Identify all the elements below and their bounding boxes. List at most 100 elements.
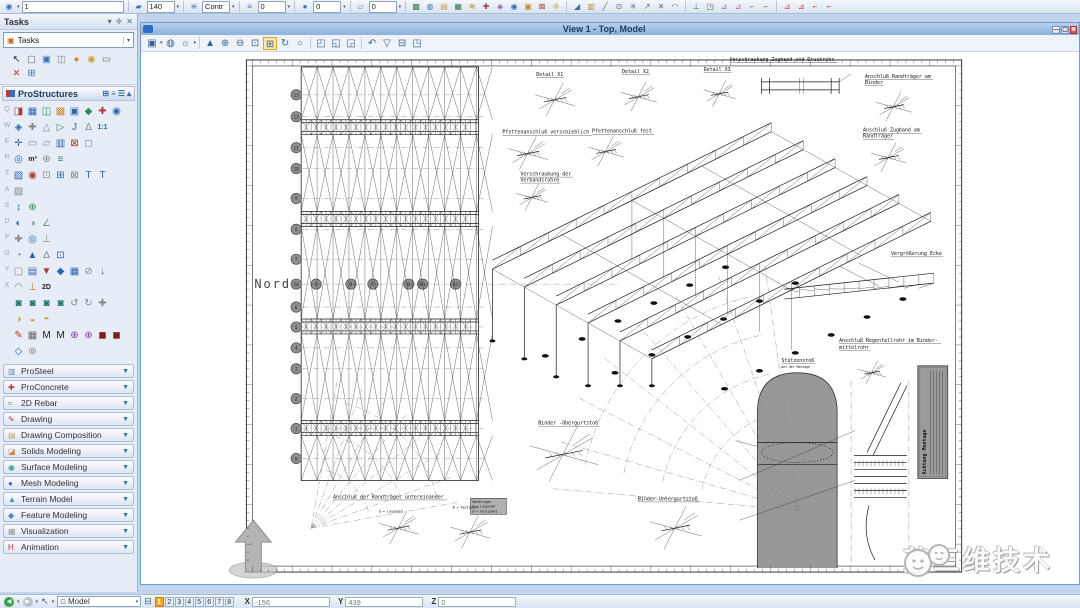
tool-icon[interactable]: ↺	[68, 297, 81, 310]
tool-icon[interactable]: ◇	[12, 345, 25, 358]
coord-field-x[interactable]: -156	[252, 597, 330, 607]
tool-icon[interactable]: ◆	[82, 105, 95, 118]
tool-icon[interactable]: ▢	[25, 53, 38, 66]
tool-icon[interactable]: ▢	[12, 265, 25, 278]
chevron-down-icon[interactable]: ▾	[17, 4, 20, 10]
tool-icon[interactable]: ▧	[12, 169, 25, 182]
toolbar-icon[interactable]: ⌐	[746, 1, 758, 13]
tool-icon[interactable]: ∠	[40, 217, 53, 230]
tool-icon[interactable]: ▤	[26, 265, 39, 278]
view-tool-icon[interactable]: ⊡	[248, 37, 262, 50]
tool-icon[interactable]: ∆	[40, 249, 53, 262]
forward-icon[interactable]: ▶	[23, 597, 33, 607]
toolbar-icon[interactable]: ▥	[585, 1, 597, 13]
tool-icon[interactable]: ◒	[26, 313, 39, 326]
view-titlebar[interactable]: View 1 - Top, Model —▢✕	[141, 23, 1079, 35]
layout-list-icon[interactable]: ≡	[111, 89, 116, 98]
toolbar-icon[interactable]: ▩	[410, 1, 422, 13]
tool-icon[interactable]: ⊕	[82, 329, 95, 342]
section-prosteel[interactable]: ▥ProSteel▼	[3, 364, 134, 378]
tool-icon[interactable]: M	[40, 329, 53, 342]
tool-icon[interactable]: △	[40, 121, 53, 134]
tool-icon[interactable]: ✛	[12, 137, 25, 150]
section-mesh-modeling[interactable]: ●Mesh Modeling▼	[3, 476, 134, 490]
tool-icon[interactable]: ◨	[12, 105, 25, 118]
view-tool-icon[interactable]: ⊞	[263, 37, 277, 50]
attribute-icon[interactable]: ▰	[133, 1, 145, 13]
tool-icon[interactable]: ▷	[54, 121, 67, 134]
chevron-down-icon[interactable]: ▾	[160, 40, 163, 46]
view-tool-icon[interactable]: ⊟	[395, 37, 409, 50]
toolbar-icon[interactable]: ⊿	[781, 1, 793, 13]
prostructures-header[interactable]: ProStructures ⊞ ≡ ☰ ▴	[2, 86, 135, 101]
tool-icon[interactable]: ◐	[12, 217, 25, 230]
toolbar-icon[interactable]: ◍	[424, 1, 436, 13]
chevron-down-icon[interactable]: ▾	[52, 599, 55, 605]
tool-icon[interactable]: ↓	[96, 265, 109, 278]
attribute-combo[interactable]: 0	[258, 1, 286, 13]
tool-icon[interactable]: ✎	[12, 329, 25, 342]
tool-icon[interactable]: ◼	[96, 329, 109, 342]
tool-icon[interactable]: ▩	[54, 105, 67, 118]
close-button[interactable]: ✕	[1070, 26, 1077, 34]
chevron-down-icon[interactable]: ▾	[177, 4, 180, 10]
toolbar-icon[interactable]: ✕	[655, 1, 667, 13]
view-tool-icon[interactable]: ▣	[145, 37, 159, 50]
close-icon[interactable]: ✕	[126, 17, 133, 26]
toolbar-icon[interactable]: ◢	[571, 1, 583, 13]
toolbar-icon[interactable]: ✚	[480, 1, 492, 13]
toolbar-icon[interactable]: ⌐	[809, 1, 821, 13]
chevron-down-icon[interactable]: ▾	[399, 4, 402, 10]
view-tool-icon[interactable]: ○	[293, 37, 307, 50]
tasks-dropdown[interactable]: ▣ Tasks ▾	[3, 32, 134, 48]
pin-icon[interactable]: ✛	[116, 17, 123, 26]
tool-icon[interactable]: J	[68, 121, 81, 134]
tool-icon[interactable]: ◙	[54, 297, 67, 310]
tool-icon[interactable]: ◔	[12, 249, 25, 262]
view-tool-icon[interactable]: ⊕	[218, 37, 232, 50]
view-toggle-8[interactable]: 8	[225, 597, 234, 607]
toolbar-icon[interactable]: ✳	[627, 1, 639, 13]
tool-icon[interactable]: ◈	[12, 121, 25, 134]
view-toggle-3[interactable]: 3	[175, 597, 184, 607]
tool-icon[interactable]: ▣	[40, 53, 53, 66]
tool-icon[interactable]: ◫	[55, 53, 68, 66]
section-surface-modeling[interactable]: ◉Surface Modeling▼	[3, 460, 134, 474]
tool-icon[interactable]: ◙	[26, 297, 39, 310]
tool-icon[interactable]: ▦	[26, 105, 39, 118]
level-combo[interactable]: 1	[22, 1, 124, 13]
tool-icon[interactable]: ◎	[26, 233, 39, 246]
view-tool-icon[interactable]: ▲	[203, 37, 217, 50]
drawing-canvas[interactable]: Achtung MontageRandträgerO = LospunktØ =…	[141, 52, 1079, 584]
chevron-down-icon[interactable]: ▾	[343, 4, 346, 10]
toolbar-icon[interactable]: ↗	[641, 1, 653, 13]
maximize-button[interactable]: ▢	[1061, 26, 1069, 34]
tool-icon[interactable]: ✚	[96, 297, 109, 310]
tool-icon[interactable]: ◑	[26, 217, 39, 230]
attribute-combo[interactable]: 0	[369, 1, 397, 13]
tool-icon[interactable]: 1:1	[96, 121, 109, 134]
toolbar-icon[interactable]: ╱	[599, 1, 611, 13]
toolbar-icon[interactable]: ⊿	[795, 1, 807, 13]
tool-icon[interactable]: ●	[70, 53, 83, 66]
toolbar-icon[interactable]: ⊥	[690, 1, 702, 13]
toolbar-icon[interactable]: ⊿	[732, 1, 744, 13]
view-tool-icon[interactable]: ☼	[179, 37, 193, 50]
section-visualization[interactable]: ▦Visualization▼	[3, 524, 134, 538]
chevron-down-icon[interactable]: ▾	[288, 4, 291, 10]
tool-icon[interactable]: m³	[26, 153, 39, 166]
chevron-down-icon[interactable]: ▾	[232, 4, 235, 10]
tool-icon[interactable]: ◫	[40, 105, 53, 118]
tool-icon[interactable]: ◓	[40, 313, 53, 326]
view-tool-icon[interactable]: ◳	[410, 37, 424, 50]
toolbar-icon[interactable]: ◠	[669, 1, 681, 13]
tool-icon[interactable]: ▥	[54, 137, 67, 150]
section-feature-modeling[interactable]: ◆Feature Modeling▼	[3, 508, 134, 522]
chevron-down-icon[interactable]: ▾	[17, 599, 20, 605]
section-terrain-model[interactable]: ▲Terrain Model▼	[3, 492, 134, 506]
minimize-button[interactable]: —	[1052, 26, 1060, 34]
view-tool-icon[interactable]: ◰	[314, 37, 328, 50]
chevron-down-icon[interactable]: ▾	[36, 599, 39, 605]
section-drawing-composition[interactable]: ▤Drawing Composition▼	[3, 428, 134, 442]
attribute-combo[interactable]: 0	[313, 1, 341, 13]
